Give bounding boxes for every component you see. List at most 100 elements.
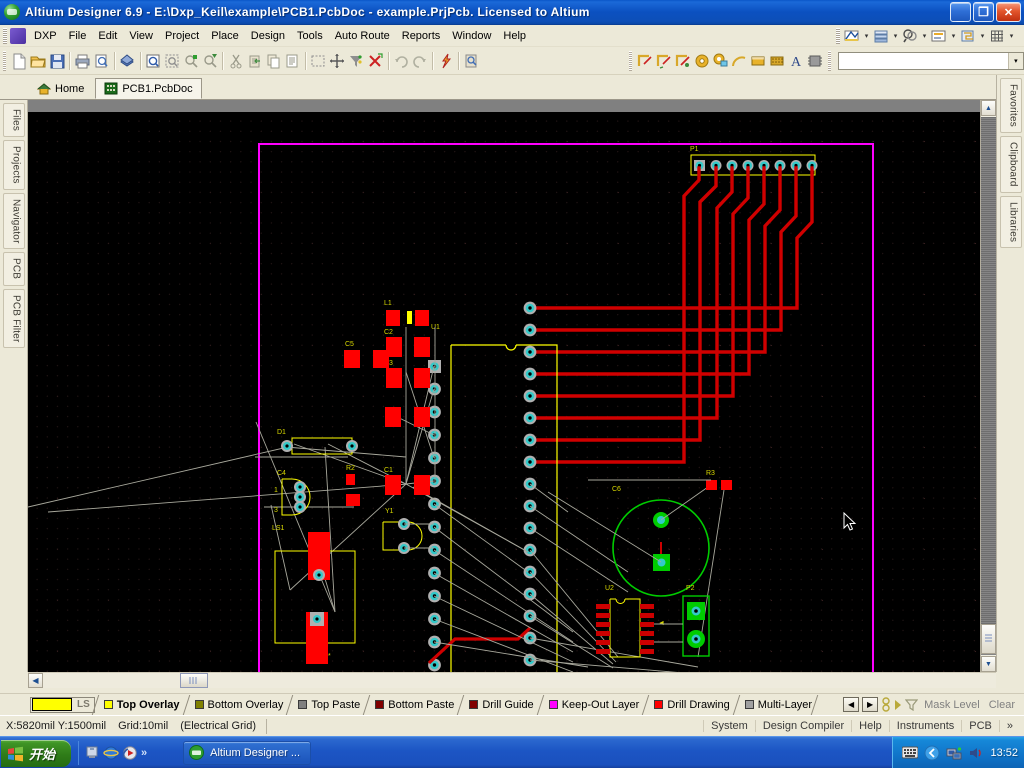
hide-icons-icon[interactable]: [924, 745, 940, 761]
place-rectangle-icon[interactable]: [749, 50, 768, 72]
open-project-icon[interactable]: [118, 50, 137, 72]
show-desktop-icon[interactable]: [84, 745, 100, 761]
zoom-document-icon[interactable]: [144, 50, 163, 72]
sidebar-item-pcb-filter[interactable]: PCB Filter: [2, 288, 25, 349]
place-pad-icon[interactable]: [692, 50, 711, 72]
layer-tab-bottom-overlay[interactable]: Bottom Overlay: [182, 694, 290, 715]
sidebar-item-projects[interactable]: Projects: [2, 140, 25, 190]
close-button[interactable]: ✕: [996, 2, 1021, 22]
zoom-filtered-icon[interactable]: [200, 50, 219, 72]
place-polygon-icon[interactable]: [768, 50, 787, 72]
pcb-canvas[interactable]: P1 U1 L1 C2 C5 C1 R2 D1 C4 1 3 Y1 LS1 * …: [28, 112, 980, 672]
hscroll-thumb[interactable]: [180, 673, 208, 688]
redo-icon[interactable]: [410, 50, 429, 72]
copy-icon[interactable]: [264, 50, 283, 72]
print-icon[interactable]: [73, 50, 92, 72]
layer-prev-button[interactable]: ◀: [843, 697, 860, 712]
place-arc-center-icon[interactable]: [730, 50, 749, 72]
start-button[interactable]: 开始: [1, 740, 72, 767]
tab-home[interactable]: Home: [28, 78, 93, 99]
component-search-combo[interactable]: ▾: [838, 51, 1024, 70]
move-icon[interactable]: [328, 50, 347, 72]
toolbar-grip[interactable]: [3, 50, 7, 71]
scroll-down-button[interactable]: ▼: [981, 656, 996, 672]
taskbar-item-altium-designer[interactable]: Altium Designer ...: [183, 740, 312, 765]
grid-icon[interactable]: [988, 28, 1006, 44]
layer-stack-icon[interactable]: [872, 28, 890, 44]
menu-window[interactable]: Window: [446, 27, 497, 45]
mask-level-button[interactable]: Mask Level: [921, 699, 983, 711]
preferences-icon[interactable]: [930, 28, 948, 44]
grid-dropdown-arrow[interactable]: ▾: [1007, 28, 1016, 44]
layer-tab-multi-layer[interactable]: Multi-Layer: [732, 694, 826, 715]
clear-filter-icon[interactable]: [347, 50, 366, 72]
paste-icon[interactable]: [245, 50, 264, 72]
place-toolbar-grip[interactable]: [628, 50, 633, 71]
menu-help[interactable]: Help: [497, 27, 532, 45]
maximize-button[interactable]: ❐: [973, 2, 994, 22]
panel-button-pcb[interactable]: PCB: [961, 720, 999, 732]
sidebar-item-clipboard[interactable]: Clipboard: [999, 135, 1022, 193]
board-insight-icon[interactable]: [843, 28, 861, 44]
select-area-icon[interactable]: [309, 50, 328, 72]
menu-icons-grip[interactable]: [836, 27, 840, 44]
menu-project[interactable]: Project: [159, 27, 205, 45]
single-layer-mode-icon[interactable]: [881, 697, 891, 712]
place-component-icon[interactable]: [806, 50, 825, 72]
internet-explorer-icon[interactable]: [103, 745, 119, 761]
keyboard-layout-icon[interactable]: [901, 745, 919, 761]
volume-icon[interactable]: [968, 745, 984, 761]
layer-tab-drill-guide[interactable]: Drill Guide: [457, 694, 539, 715]
design-rule-check-dropdown-arrow[interactable]: ▾: [920, 28, 929, 44]
layer-stack-dropdown-arrow[interactable]: ▾: [891, 28, 900, 44]
dxp-badge-icon[interactable]: [10, 27, 26, 44]
quick-launch-overflow[interactable]: »: [141, 747, 147, 759]
sidebar-item-favorites[interactable]: Favorites: [999, 78, 1022, 133]
cross-probe-icon[interactable]: [436, 50, 455, 72]
menu-auto-route[interactable]: Auto Route: [329, 27, 396, 45]
mask-arrow-icon[interactable]: [894, 699, 902, 711]
menu-drag-grip[interactable]: [3, 27, 7, 44]
panel-button-help[interactable]: Help: [851, 720, 889, 732]
place-arc-icon[interactable]: [654, 50, 673, 72]
zoom-area-icon[interactable]: [162, 50, 181, 72]
save-icon[interactable]: [47, 50, 66, 72]
undo-icon[interactable]: [391, 50, 410, 72]
media-player-icon[interactable]: [122, 745, 138, 761]
layer-set-selector[interactable]: LS: [30, 696, 95, 713]
network-icon[interactable]: [946, 745, 962, 761]
layer-tab-bottom-paste[interactable]: Bottom Paste: [363, 694, 460, 715]
sidebar-item-libraries[interactable]: Libraries: [999, 195, 1022, 248]
paste-format-icon[interactable]: [283, 50, 302, 72]
board-options-dropdown-arrow[interactable]: ▾: [978, 28, 987, 44]
clear-button[interactable]: Clear: [986, 699, 1018, 711]
layer-tab-drill-drawing[interactable]: Drill Drawing: [642, 694, 735, 715]
browse-components-icon[interactable]: [462, 50, 481, 72]
sidebar-item-pcb[interactable]: PCB: [2, 252, 25, 286]
print-preview-icon[interactable]: [92, 50, 111, 72]
filter-funnel-icon[interactable]: [905, 698, 919, 711]
deselect-all-icon[interactable]: [366, 50, 385, 72]
canvas-horizontal-scrollbar[interactable]: ◀: [28, 672, 996, 688]
board-insight-dropdown-arrow[interactable]: ▾: [862, 28, 871, 44]
tab-pcb1-pcbdoc[interactable]: PCB1.PcbDoc: [95, 78, 202, 99]
place-track-icon[interactable]: [635, 50, 654, 72]
layer-tab-keep-out-layer[interactable]: Keep-Out Layer: [536, 694, 646, 715]
zoom-selected-icon[interactable]: [181, 50, 200, 72]
minimize-button[interactable]: _: [950, 2, 971, 22]
place-string-icon[interactable]: A: [787, 50, 806, 72]
layer-tab-top-overlay[interactable]: Top Overlay: [91, 694, 186, 715]
board-options-icon[interactable]: [959, 28, 977, 44]
cut-icon[interactable]: [226, 50, 245, 72]
combo-grip[interactable]: [827, 50, 832, 71]
menu-reports[interactable]: Reports: [396, 27, 447, 45]
chevron-down-icon[interactable]: ▾: [1007, 52, 1023, 69]
panel-button-system[interactable]: System: [703, 720, 755, 732]
panel-overflow-button[interactable]: »: [998, 720, 1020, 732]
layer-next-button[interactable]: ▶: [862, 697, 879, 712]
preferences-dropdown-arrow[interactable]: ▾: [949, 28, 958, 44]
place-via-icon[interactable]: [711, 50, 730, 72]
menu-dxp[interactable]: DXP: [28, 27, 63, 45]
open-document-icon[interactable]: [28, 50, 47, 72]
sidebar-item-navigator[interactable]: Navigator: [2, 192, 25, 250]
